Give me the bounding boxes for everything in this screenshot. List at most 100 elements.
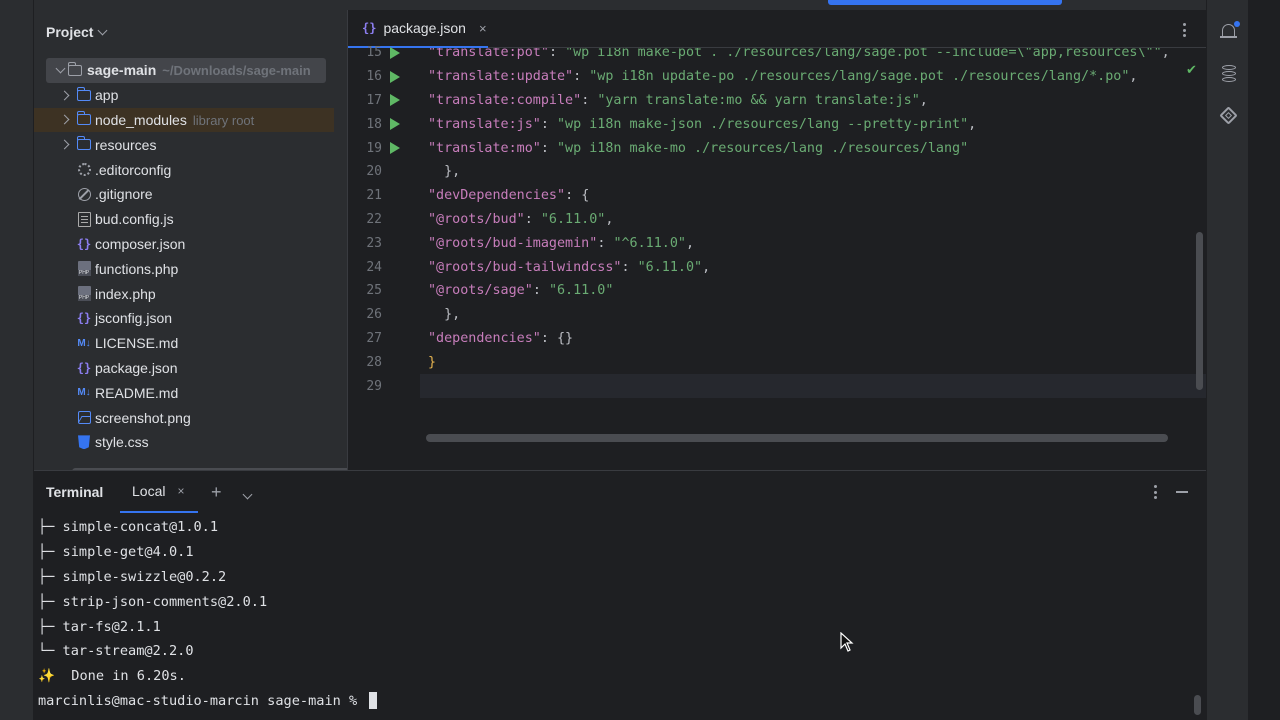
json-icon: {}	[76, 360, 92, 375]
markdown-icon: M↓	[77, 387, 91, 399]
right-tool-strip	[1206, 0, 1248, 720]
terminal-tab-label: Local	[132, 483, 166, 499]
tree-item-index-php[interactable]: index.php	[34, 281, 334, 306]
project-panel: Project sage-main ~/Downloads/sage-main a…	[34, 10, 377, 475]
chevron-right-icon[interactable]	[58, 114, 70, 126]
css-icon	[76, 434, 92, 450]
terminal-cursor	[369, 692, 378, 710]
top-accent-bar	[828, 0, 1062, 5]
tree-item-label: bud.config.js	[95, 211, 174, 228]
chevron-right-icon[interactable]	[58, 139, 70, 151]
line-number: 20	[348, 160, 420, 184]
tree-item-node-modules[interactable]: node_modules library root	[34, 107, 334, 133]
chevron-down-icon[interactable]	[242, 485, 253, 503]
code-line: "translate:mo": "wp i18n make-mo ./resou…	[428, 140, 969, 156]
terminal-scrollbar[interactable]	[1194, 695, 1201, 715]
project-header[interactable]: Project	[46, 24, 108, 40]
chevron-down-icon[interactable]	[98, 25, 108, 35]
code-line: },	[428, 307, 461, 323]
tree-item-jsconfig-json[interactable]: {} jsconfig.json	[34, 306, 334, 331]
tree-item-label: package.json	[95, 359, 178, 376]
code-line: "@roots/bud-imagemin": "^6.11.0",	[428, 235, 695, 251]
folder-icon	[76, 86, 92, 103]
code-line: "translate:update": "wp i18n update-po .…	[428, 69, 1138, 85]
tree-item-editorconfig[interactable]: .editorconfig	[34, 157, 334, 182]
line-number: 29	[348, 374, 420, 398]
close-icon[interactable]: ×	[177, 484, 184, 498]
mouse-cursor-icon	[840, 632, 854, 652]
tab-label: package.json	[383, 20, 466, 36]
editor-h-scrollbar[interactable]	[426, 434, 1168, 442]
tree-root[interactable]: sage-main ~/Downloads/sage-main	[46, 58, 326, 83]
run-script-icon[interactable]	[390, 70, 400, 83]
tree-item-label: composer.json	[95, 235, 186, 252]
line-number: 17	[348, 89, 420, 113]
more-options-icon[interactable]	[1154, 485, 1158, 499]
line-number: 27	[348, 327, 420, 351]
line-number: 16	[348, 65, 420, 89]
line-number-text: 26	[366, 307, 382, 323]
line-number: 25	[348, 279, 420, 303]
run-script-icon[interactable]	[390, 94, 400, 107]
editor-code[interactable]: "translate:pot": "wp i18n make-pot . ./r…	[420, 48, 1207, 470]
tree-item-label: LICENSE.md	[95, 335, 179, 352]
line-number: 15	[348, 41, 420, 65]
tree-item-gitignore[interactable]: .gitignore	[34, 182, 334, 207]
line-number: 26	[348, 303, 420, 327]
line-number-text: 17	[366, 92, 382, 108]
code-line: "translate:js": "wp i18n make-json ./res…	[428, 116, 977, 132]
tree-item-app[interactable]: app	[34, 83, 334, 108]
tree-item-readme-md[interactable]: M↓ README.md	[34, 380, 334, 405]
line-number: 24	[348, 255, 420, 279]
tree-item-license-md[interactable]: M↓ LICENSE.md	[34, 331, 334, 356]
line-number-text: 29	[366, 378, 382, 394]
terminal-output[interactable]: ├─ simple-concat@1.0.1 ├─ simple-get@4.0.…	[38, 515, 1188, 713]
tree-item-label: README.md	[95, 384, 179, 401]
terminal-panel: Terminal Local × + ├─ simple-concat@1.0.…	[34, 470, 1206, 720]
tree-item-label: jsconfig.json	[95, 310, 173, 327]
ai-assistant-icon[interactable]	[1219, 106, 1239, 126]
library-root-label: library root	[192, 112, 255, 128]
editor-scrollbar[interactable]	[1196, 232, 1203, 390]
line-number-text: 28	[366, 354, 382, 370]
line-number-text: 24	[366, 259, 382, 275]
line-number-text: 23	[366, 235, 382, 251]
terminal-prompt[interactable]: marcinlis@mac-studio-marcin sage-main %	[38, 689, 1188, 714]
tree-item-label: .editorconfig	[95, 161, 172, 178]
close-icon[interactable]: ×	[479, 21, 487, 36]
terminal-tab-local[interactable]: Local ×	[120, 471, 198, 513]
line-number: 23	[348, 231, 420, 255]
run-script-icon[interactable]	[390, 118, 400, 131]
more-options-icon[interactable]	[1183, 23, 1187, 37]
new-terminal-icon[interactable]: +	[211, 482, 222, 503]
tree-item-functions-php[interactable]: functions.php	[34, 256, 334, 281]
editor-gutter: 15 16 17 18 19 20 21 22 23 24 25 26 27 28 29	[348, 45, 420, 470]
line-number: 21	[348, 184, 420, 208]
tree-item-label: functions.php	[95, 260, 179, 277]
notifications-icon[interactable]	[1219, 21, 1240, 42]
tree-item-label: node_modules	[95, 111, 187, 128]
run-script-icon[interactable]	[390, 46, 400, 59]
line-number-text: 18	[366, 116, 382, 132]
tree-item-style-css[interactable]: style.css	[34, 430, 334, 455]
minimize-icon[interactable]	[1176, 491, 1188, 493]
terminal-line: ├─ strip-json-comments@2.0.1	[38, 593, 268, 610]
tree-item-package-json[interactable]: {} package.json	[34, 356, 334, 381]
tree-item-bud-config-js[interactable]: bud.config.js	[34, 207, 334, 232]
line-number: 22	[348, 208, 420, 232]
tree-item-composer-json[interactable]: {} composer.json	[34, 232, 334, 257]
chevron-down-icon[interactable]	[54, 63, 66, 76]
run-script-icon[interactable]	[390, 142, 400, 155]
code-line: "@roots/bud": "6.11.0",	[428, 211, 614, 227]
json-icon: {}	[76, 311, 92, 326]
code-line: "@roots/sage": "6.11.0"	[428, 283, 614, 299]
database-icon[interactable]	[1219, 64, 1239, 84]
image-icon	[76, 410, 92, 426]
php-icon	[76, 261, 92, 277]
terminal-line: ├─ simple-get@4.0.1	[38, 544, 194, 561]
top-bar	[0, 0, 1280, 10]
terminal-line: ├─ simple-swizzle@0.2.2	[38, 568, 227, 585]
tree-item-resources[interactable]: resources	[34, 132, 334, 157]
chevron-right-icon[interactable]	[58, 89, 70, 101]
tree-item-screenshot-png[interactable]: screenshot.png	[34, 405, 334, 430]
